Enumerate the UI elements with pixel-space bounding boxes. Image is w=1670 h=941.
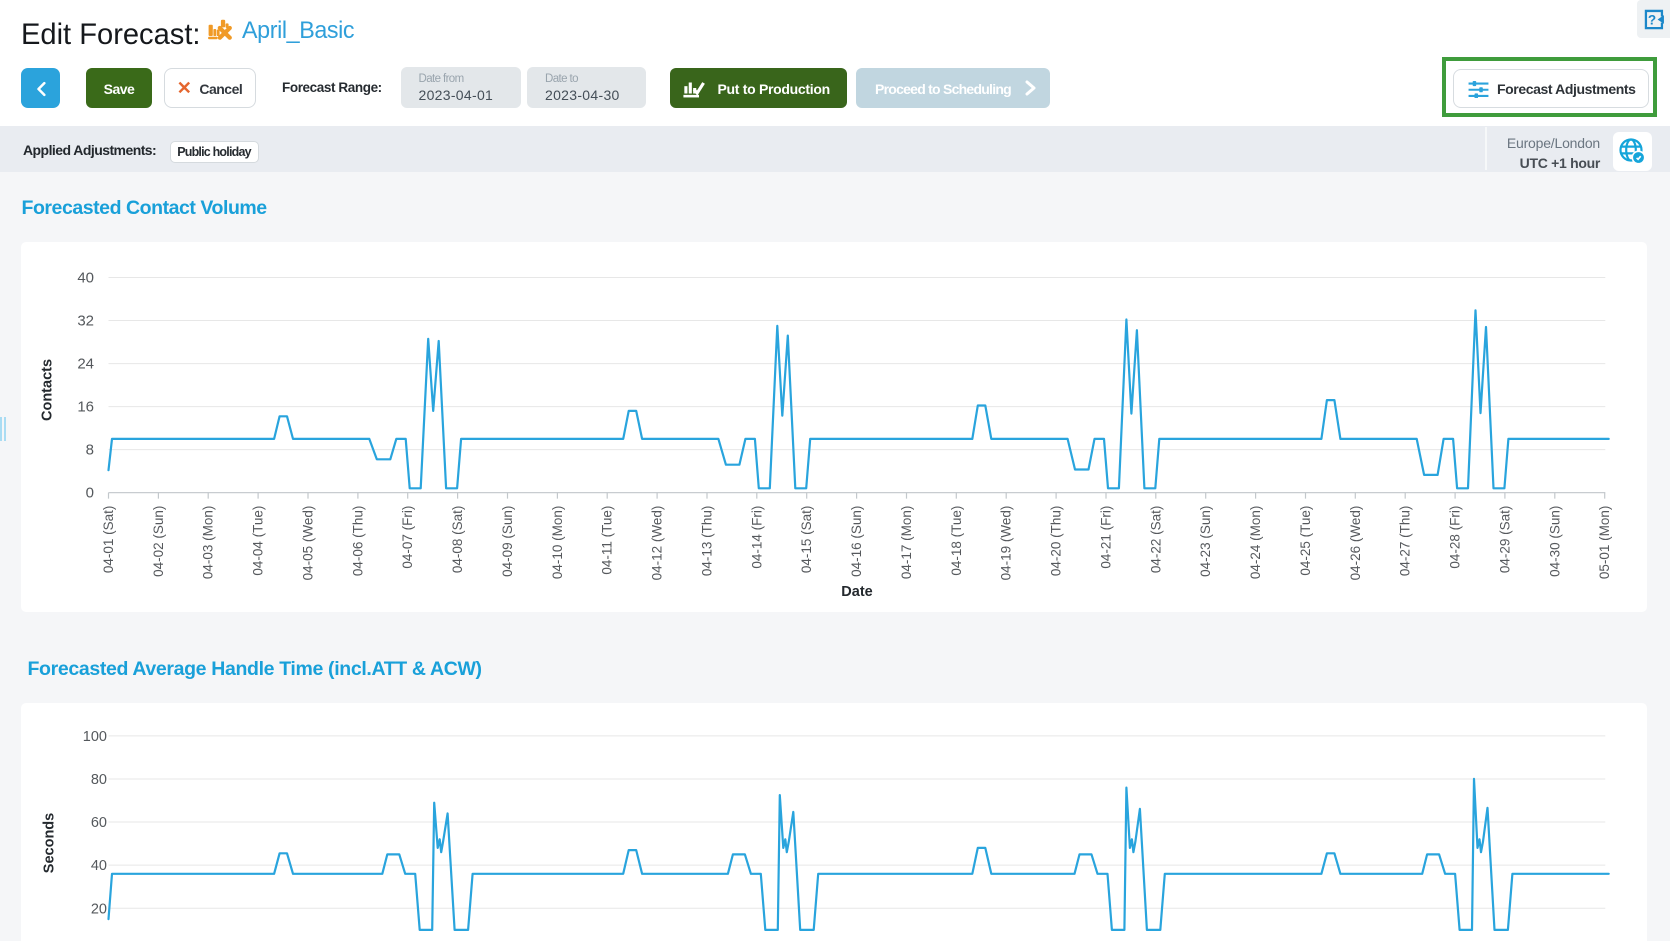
svg-text:20: 20: [91, 901, 107, 917]
svg-text:04-19 (Wed): 04-19 (Wed): [999, 506, 1014, 581]
svg-text:04-22 (Sat): 04-22 (Sat): [1148, 506, 1163, 574]
svg-text:04-27 (Thu): 04-27 (Thu): [1398, 506, 1413, 577]
svg-text:04-25 (Tue): 04-25 (Tue): [1298, 506, 1313, 576]
svg-text:04-06 (Thu): 04-06 (Thu): [350, 506, 365, 577]
svg-text:04-16 (Sun): 04-16 (Sun): [849, 506, 864, 577]
svg-text:100: 100: [83, 729, 107, 745]
svg-text:04-18 (Tue): 04-18 (Tue): [949, 506, 964, 576]
svg-text:04-09 (Sun): 04-09 (Sun): [500, 506, 515, 577]
svg-text:04-02 (Sun): 04-02 (Sun): [151, 506, 166, 577]
svg-text:05-01 (Mon): 05-01 (Mon): [1597, 506, 1612, 580]
svg-text:04-01 (Sat): 04-01 (Sat): [101, 506, 116, 574]
svg-text:04-11 (Tue): 04-11 (Tue): [600, 506, 615, 575]
svg-text:04-20 (Thu): 04-20 (Thu): [1049, 506, 1064, 577]
svg-text:04-15 (Sat): 04-15 (Sat): [799, 506, 814, 574]
svg-text:04-26 (Wed): 04-26 (Wed): [1348, 506, 1363, 581]
svg-text:40: 40: [91, 858, 107, 874]
svg-text:04-13 (Thu): 04-13 (Thu): [700, 506, 715, 577]
svg-text:8: 8: [86, 442, 94, 459]
svg-text:Seconds: Seconds: [42, 813, 58, 873]
svg-text:04-23 (Sun): 04-23 (Sun): [1198, 506, 1213, 577]
svg-text:04-12 (Wed): 04-12 (Wed): [650, 506, 665, 581]
svg-text:04-28 (Fri): 04-28 (Fri): [1448, 506, 1463, 569]
svg-text:04-14 (Fri): 04-14 (Fri): [749, 506, 764, 569]
svg-text:80: 80: [91, 772, 107, 788]
svg-text:04-07 (Fri): 04-07 (Fri): [400, 506, 415, 569]
svg-text:16: 16: [77, 399, 94, 416]
svg-text:04-17 (Mon): 04-17 (Mon): [899, 506, 914, 580]
svg-text:04-29 (Sat): 04-29 (Sat): [1497, 506, 1512, 574]
svg-text:24: 24: [77, 356, 94, 373]
svg-text:04-05 (Wed): 04-05 (Wed): [301, 506, 316, 581]
svg-text:Date: Date: [841, 584, 872, 600]
svg-text:?: ?: [1648, 12, 1656, 27]
svg-text:04-03 (Mon): 04-03 (Mon): [201, 506, 216, 580]
svg-text:32: 32: [77, 313, 94, 330]
svg-text:04-30 (Sun): 04-30 (Sun): [1547, 506, 1562, 577]
svg-text:04-08 (Sat): 04-08 (Sat): [450, 506, 465, 574]
svg-text:Contacts: Contacts: [40, 359, 56, 421]
svg-text:04-21 (Fri): 04-21 (Fri): [1099, 506, 1114, 569]
svg-text:0: 0: [86, 485, 94, 502]
svg-text:40: 40: [77, 270, 94, 287]
svg-text:04-24 (Mon): 04-24 (Mon): [1248, 506, 1263, 580]
svg-text:04-04 (Tue): 04-04 (Tue): [251, 506, 266, 576]
svg-text:60: 60: [91, 815, 107, 831]
svg-text:04-10 (Mon): 04-10 (Mon): [550, 506, 565, 580]
